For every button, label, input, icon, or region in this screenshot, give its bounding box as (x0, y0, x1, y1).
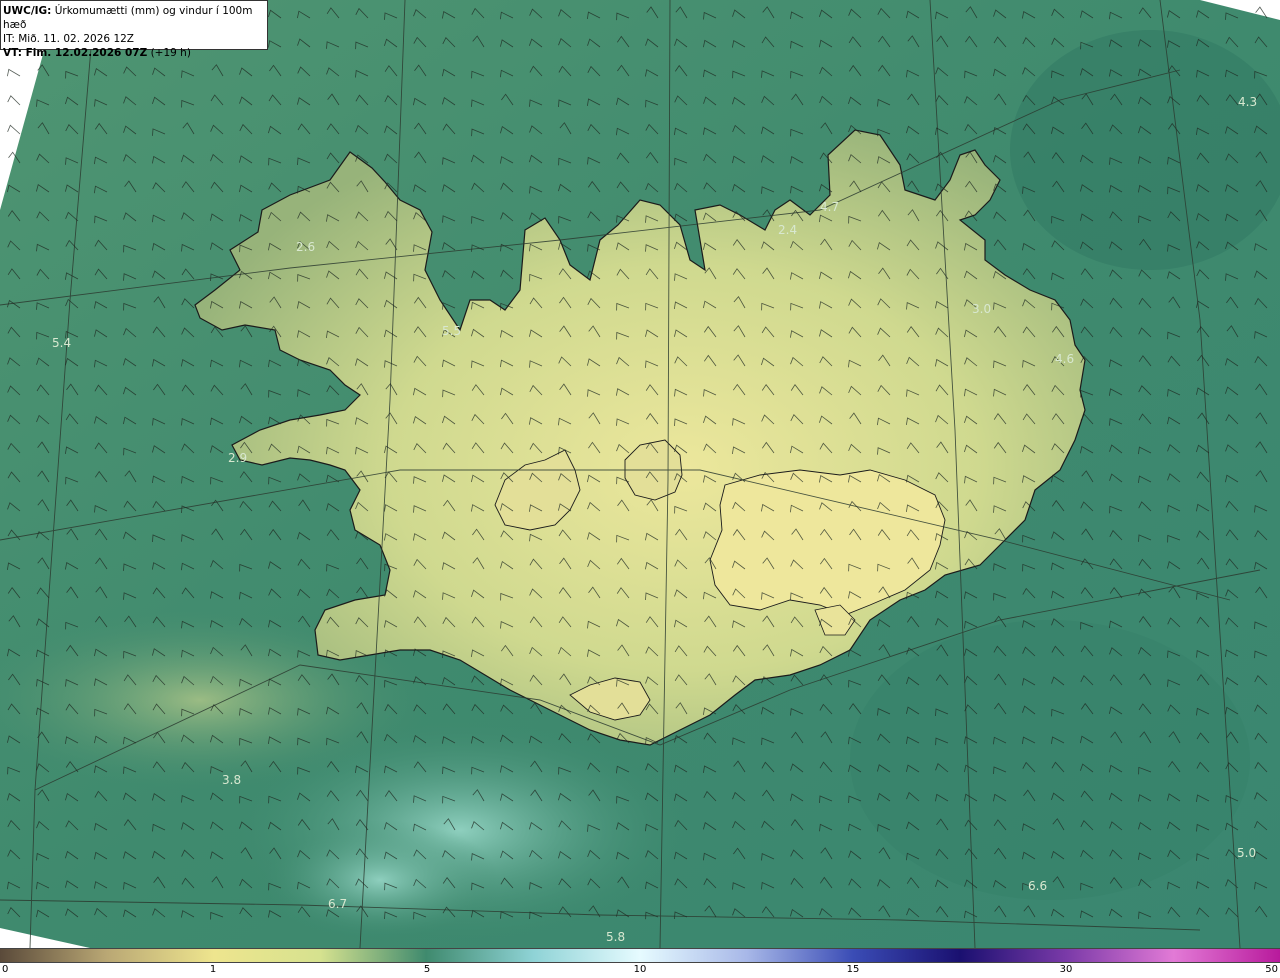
precip-field-mid (850, 620, 1250, 900)
colorbar-tick: 30 (1059, 964, 1073, 975)
map-label: 2.9 (228, 451, 247, 465)
initial-time: IT: Mið. 11. 02. 2026 12Z (3, 33, 134, 45)
map-label: 5.5 (442, 324, 461, 338)
forecast-lead: (+19 h) (150, 47, 191, 59)
colorbar-tick: 0 (2, 964, 9, 975)
map-label: 5.4 (52, 336, 71, 350)
map-info-box: UWC/IG: Úrkomumætti (mm) og vindur í 100… (0, 0, 268, 59)
colorbar-tick: 50 (1265, 964, 1278, 975)
colorbar-tick: 1 (209, 964, 217, 975)
valid-time-line: VT: Fim. 12.02.2026 07Z (+19 h) (3, 46, 267, 60)
map-label: 4.3 (1238, 95, 1257, 109)
colorbar-legend: 0 1 5 10 15 30 50 (0, 948, 1280, 978)
map-label: 5.8 (606, 930, 625, 944)
title-line: UWC/IG: Úrkomumætti (mm) og vindur í 100… (3, 4, 267, 32)
map-label: 6.6 (1028, 879, 1047, 893)
map-label: 4.6 (1055, 352, 1074, 366)
map-label: 3.8 (222, 773, 241, 787)
precipitation-wind-map: 4.3 4.7 2.4 2.6 5.5 5.4 3.0 4.6 2.9 3.8 … (0, 0, 1280, 948)
map-label: 2.4 (778, 223, 797, 237)
precip-field-dark (1010, 30, 1280, 270)
valid-time: VT: Fim. 12.02.2026 07Z (3, 47, 148, 59)
model-label: UWC/IG: (3, 5, 52, 17)
map-label: 2.6 (296, 240, 315, 254)
colorbar-gradient (0, 948, 1280, 963)
precip-field-high-2 (260, 820, 500, 940)
colorbar-tick: 10 (633, 964, 647, 975)
colorbar-tick: 5 (423, 964, 431, 975)
map-label: 5.0 (1237, 846, 1256, 860)
colorbar-tick: 15 (846, 964, 860, 975)
map-label: 6.7 (328, 897, 347, 911)
map-label: 3.0 (972, 302, 991, 316)
weather-map-view: 4.3 4.7 2.4 2.6 5.5 5.4 3.0 4.6 2.9 3.8 … (0, 0, 1280, 978)
map-label: 4.7 (820, 200, 839, 214)
